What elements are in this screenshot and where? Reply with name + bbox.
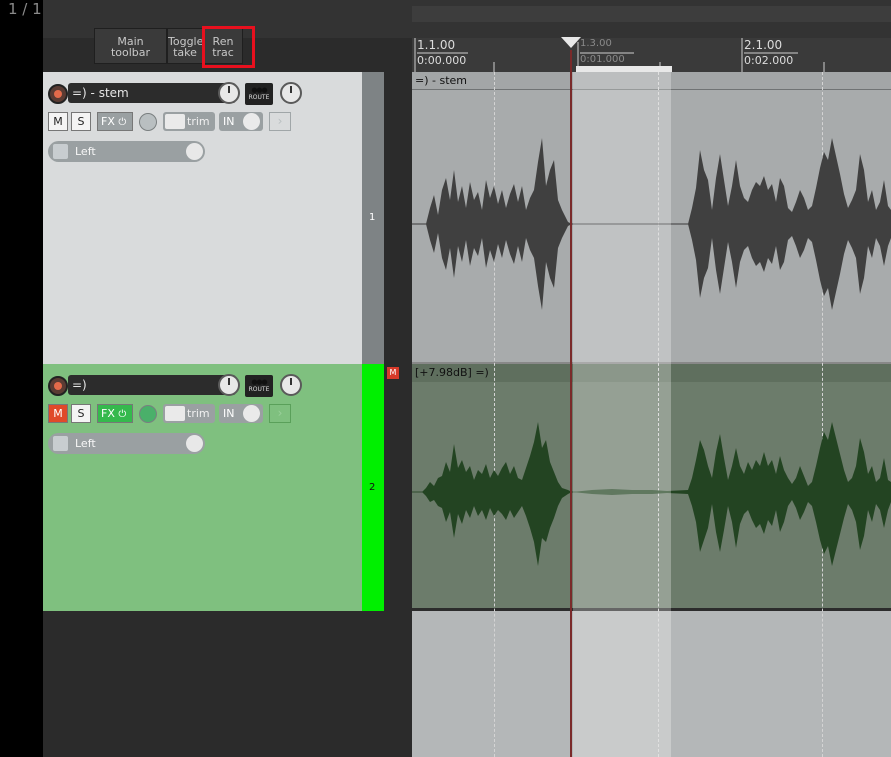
channel-label: Left	[75, 145, 96, 158]
ruler-bar-label: 1.3.00	[580, 38, 612, 49]
automation-mode-button[interactable]: trim	[163, 112, 215, 131]
fx-bypass-icon[interactable]: ⏻	[118, 117, 126, 128]
ruler-time-label: 0:01.000	[580, 54, 625, 65]
monitor-dropdown-icon	[243, 113, 260, 130]
input-channel-selector[interactable]: Left	[48, 433, 205, 454]
volume-knob-icon[interactable]	[218, 82, 240, 104]
highlight-box	[202, 26, 255, 68]
ruler-bar-label: 2.1.00	[744, 38, 783, 52]
phase-icon[interactable]	[139, 405, 157, 423]
folder-arrow-icon[interactable]: ›	[269, 404, 291, 423]
empty-track-area[interactable]	[43, 611, 412, 757]
pan-knob-icon[interactable]	[280, 82, 302, 104]
fx-label: FX	[101, 115, 115, 128]
track-gap: M	[384, 364, 412, 611]
track-2-name-field[interactable]: =)	[68, 375, 236, 395]
phase-icon[interactable]	[139, 113, 157, 131]
time-selection[interactable]	[573, 72, 671, 757]
automation-mode-button[interactable]: trim	[163, 404, 215, 423]
trim-label: trim	[187, 115, 210, 128]
monitor-dropdown-icon	[243, 405, 260, 422]
input-fx-icon	[53, 144, 68, 159]
route-button[interactable]: ●●● ROUTE	[245, 375, 273, 397]
ruler-time-label: 0:02.000	[744, 54, 794, 67]
in-label: IN	[223, 115, 235, 128]
track-1-number-strip[interactable]: 1	[362, 72, 384, 364]
main-toolbar-button[interactable]: Main toolbar	[94, 28, 167, 64]
play-cursor-line	[570, 50, 572, 757]
timeline-ruler[interactable]: 1.1.00 0:00.000 1.3.00 0:01.000 2.1.00 0…	[412, 38, 891, 72]
item-mute-indicator: M	[387, 367, 399, 379]
mute-button[interactable]: M	[48, 112, 68, 131]
fx-label: FX	[101, 407, 115, 420]
pan-knob-icon[interactable]	[280, 374, 302, 396]
route-label: ROUTE	[248, 94, 270, 101]
input-channel-selector[interactable]: Left	[48, 141, 205, 162]
left-strip	[0, 0, 43, 757]
envelope-icon	[165, 406, 185, 421]
mute-button-active[interactable]: M	[48, 404, 68, 423]
channel-label: Left	[75, 437, 96, 450]
record-arm-icon[interactable]	[48, 84, 68, 104]
fx-button[interactable]: FX ⏻	[97, 112, 133, 131]
record-arm-icon[interactable]	[48, 376, 68, 396]
folder-arrow-icon[interactable]: ›	[269, 112, 291, 131]
chevron-down-icon	[186, 143, 203, 160]
track-2-panel[interactable]	[43, 364, 362, 611]
envelope-icon	[165, 114, 185, 129]
page-indicator: 1 / 1	[8, 0, 42, 18]
track-gap	[384, 72, 412, 364]
fx-bypass-icon[interactable]: ⏻	[118, 409, 126, 420]
chevron-down-icon	[186, 435, 203, 452]
route-button[interactable]: ●●● ROUTE	[245, 83, 273, 105]
scroll-strip[interactable]	[412, 6, 891, 22]
track-1-name-field[interactable]: =) - stem	[68, 83, 236, 103]
track-2-number-strip[interactable]: 2	[362, 364, 384, 611]
ruler-bar-label: 1.1.00	[417, 38, 456, 52]
input-monitor-button[interactable]: IN	[219, 404, 263, 423]
trim-label: trim	[187, 407, 210, 420]
fx-button-active[interactable]: FX ⏻	[97, 404, 133, 423]
solo-button[interactable]: S	[71, 404, 91, 423]
track-number: 1	[369, 212, 376, 223]
in-label: IN	[223, 407, 235, 420]
input-fx-icon	[53, 436, 68, 451]
toggle-take-button[interactable]: Toggle take	[167, 28, 203, 64]
solo-button[interactable]: S	[71, 112, 91, 131]
volume-knob-icon[interactable]	[218, 374, 240, 396]
route-dots-icon: ●●●	[251, 378, 267, 386]
track-number: 2	[369, 482, 376, 493]
ruler-time-label: 0:00.000	[417, 54, 467, 67]
route-label: ROUTE	[248, 386, 270, 393]
input-monitor-button[interactable]: IN	[219, 112, 263, 131]
route-dots-icon: ●●●	[251, 86, 267, 94]
play-cursor-marker-icon[interactable]	[561, 37, 581, 48]
